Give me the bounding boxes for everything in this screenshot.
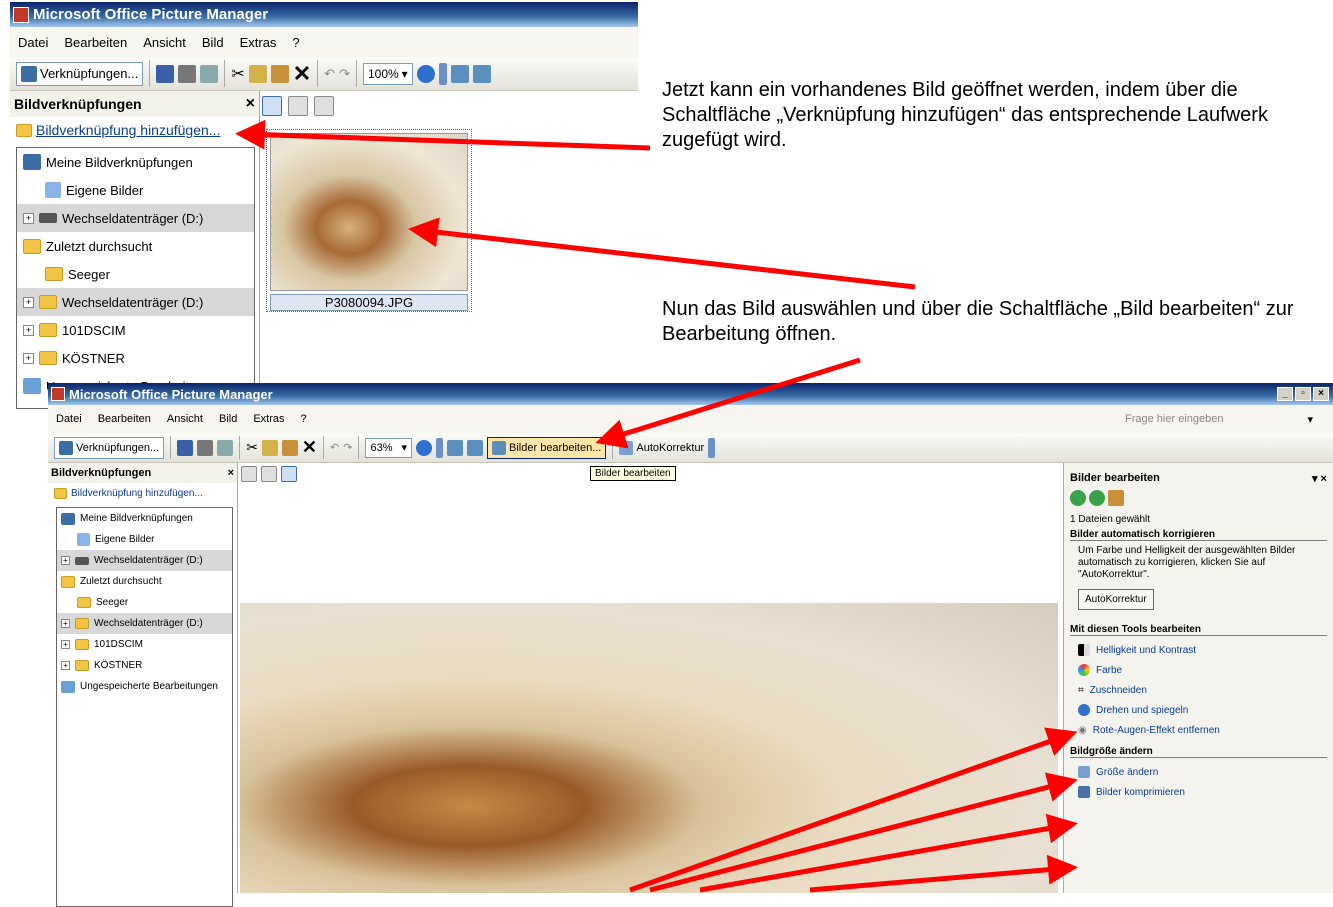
arrow-to-resize xyxy=(699,813,1078,893)
arrow-to-compress xyxy=(809,854,1078,893)
arrow-to-add-shortcut xyxy=(235,119,651,151)
arrow-to-thumbnail xyxy=(408,217,916,290)
annotation-arrows xyxy=(235,119,1078,893)
arrow-to-crop xyxy=(629,727,1078,893)
arrow-to-edit-button xyxy=(595,357,861,449)
